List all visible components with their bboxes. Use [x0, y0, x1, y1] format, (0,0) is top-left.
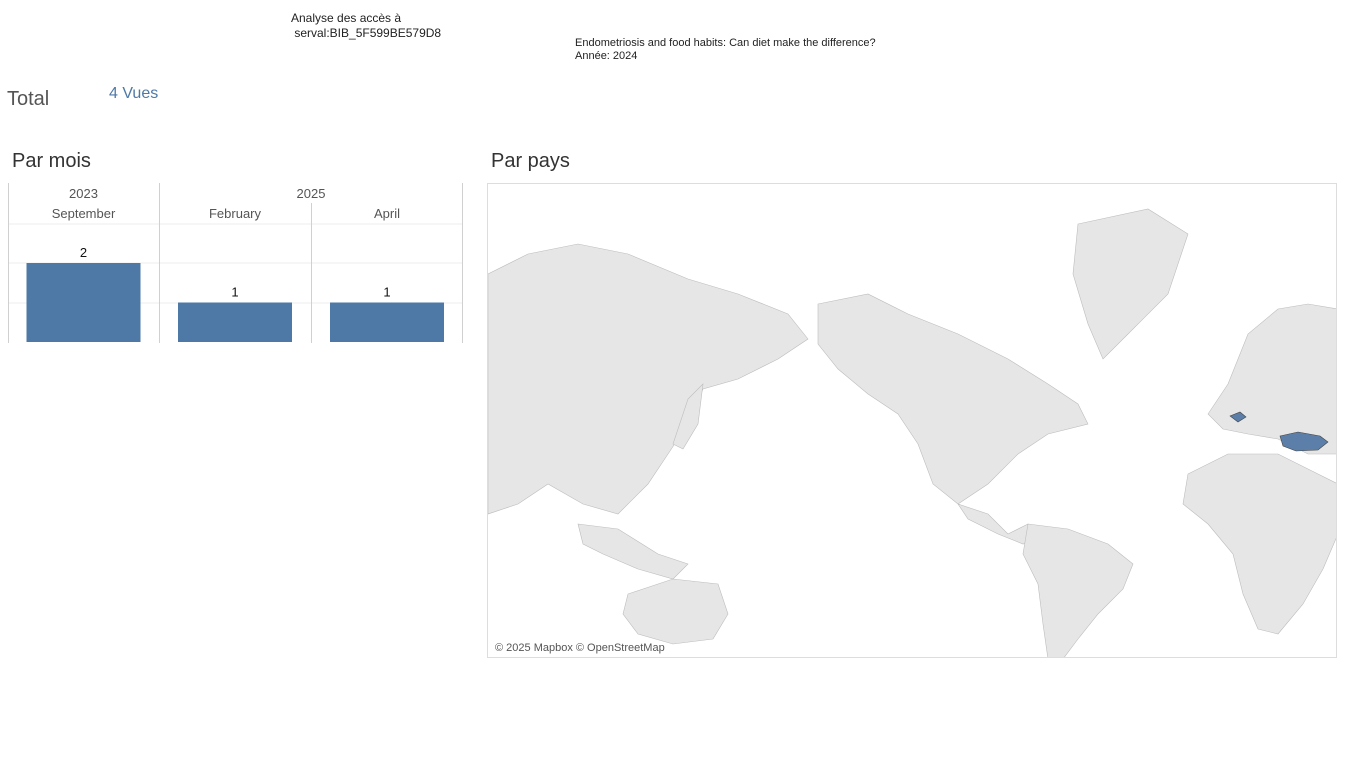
- australia-landmass: [622, 578, 729, 645]
- southeast-asia-landmass: [577, 523, 689, 580]
- country-map[interactable]: © 2025 Mapbox © OpenStreetMap: [487, 183, 1337, 658]
- document-title: Endometriosis and food habits: Can diet …: [575, 37, 876, 49]
- world-map-svg: [488, 208, 1336, 657]
- bar[interactable]: [178, 302, 292, 343]
- asia-landmass: [488, 243, 809, 515]
- monthly-bar-chart: 2023 2025 September 2 February 1 April 1: [8, 183, 463, 343]
- south-america-landmass: [1022, 523, 1134, 657]
- north-america-landmass: [817, 293, 1089, 505]
- by-month-title: Par mois: [12, 150, 91, 172]
- year-tick-label: 2023: [69, 186, 98, 201]
- month-tick-label: September: [52, 206, 116, 221]
- bar[interactable]: [330, 302, 444, 343]
- month-tick-label: April: [374, 206, 400, 221]
- map-attribution[interactable]: © 2025 Mapbox © OpenStreetMap: [495, 642, 665, 654]
- year-line: Année: 2024: [575, 50, 638, 62]
- total-views-value[interactable]: 4 Vues: [109, 85, 158, 103]
- bar-value-label: 2: [80, 245, 87, 260]
- bar-chart-svg: 2023 2025 September 2 February 1 April 1: [8, 183, 463, 343]
- by-country-title: Par pays: [491, 150, 570, 172]
- bar-value-label: 1: [383, 285, 390, 300]
- africa-landmass: [1182, 453, 1336, 635]
- month-tick-label: February: [209, 206, 262, 221]
- greenland-landmass: [1072, 208, 1189, 360]
- europe-landmass: [1207, 303, 1336, 455]
- bar[interactable]: [26, 263, 141, 342]
- dashboard-title: Analyse des accès à serval:BIB_5F599BE57…: [291, 11, 442, 40]
- bar-value-label: 1: [231, 285, 238, 300]
- document-info: Endometriosis and food habits: Can diet …: [575, 37, 876, 63]
- total-label: Total: [7, 88, 50, 110]
- year-tick-label: 2025: [297, 186, 326, 201]
